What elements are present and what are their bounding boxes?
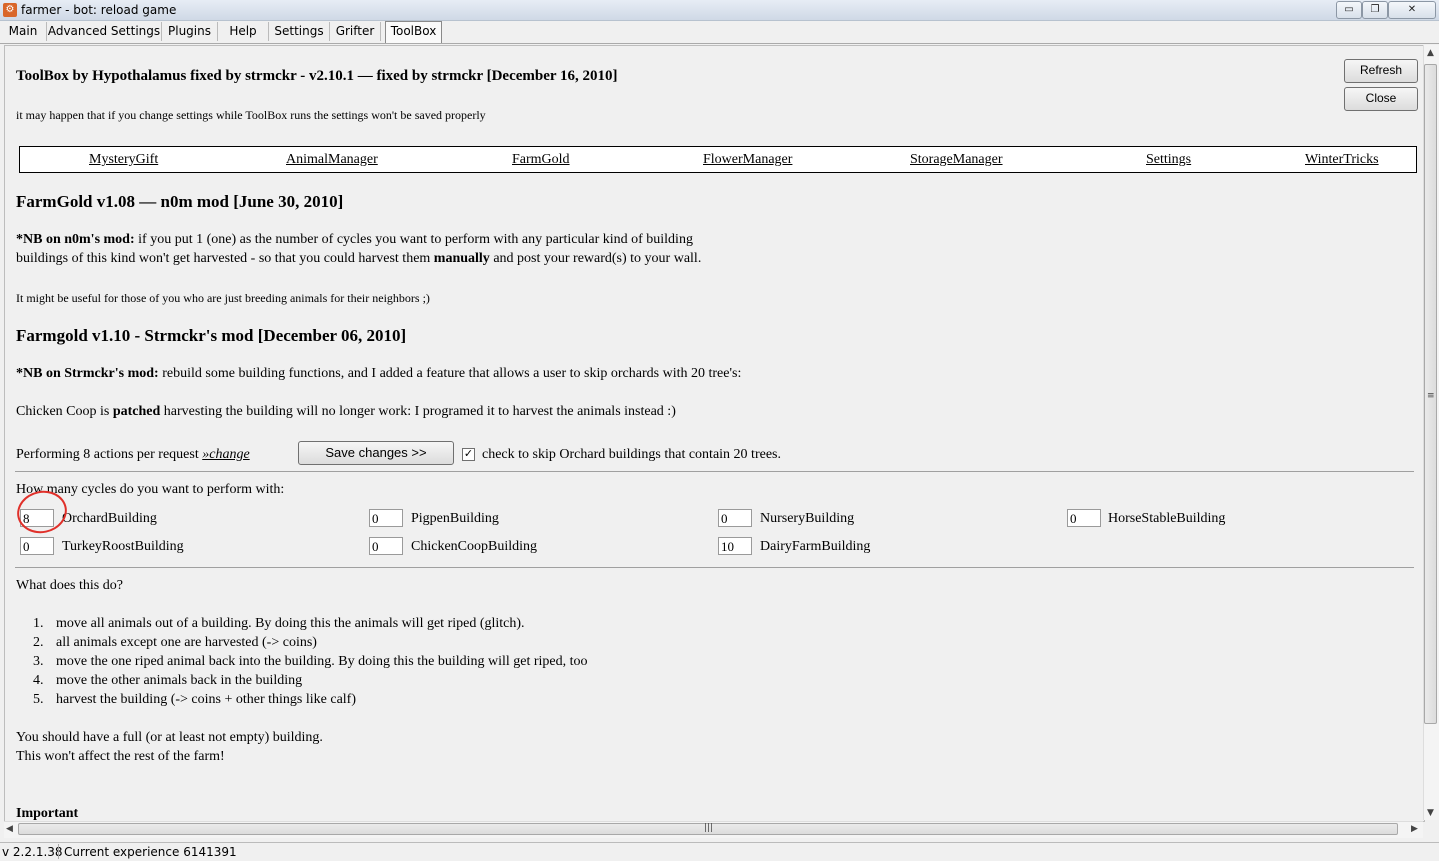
step-number: 2.: [33, 635, 44, 650]
toolbox-warning: it may happen that if you change setting…: [16, 108, 486, 122]
nb-nom-line1: *NB on n0m's mod: if you put 1 (one) as …: [16, 232, 693, 248]
refresh-button[interactable]: Refresh: [1344, 59, 1418, 83]
turkeyroost-cycles-input[interactable]: 0: [20, 537, 54, 555]
coop-text-c: harvesting the building will no longer w…: [160, 404, 676, 419]
nb-nom-text-a: buildings of this kind won't get harvest…: [16, 251, 434, 266]
close-button[interactable]: Close: [1344, 87, 1418, 111]
step-number: 3.: [33, 654, 44, 669]
status-divider: [58, 844, 59, 859]
tab-bar: Main Advanced Settings Plugins Help Sett…: [0, 21, 1439, 44]
pigpen-label: PigpenBuilding: [411, 511, 499, 526]
nav-animalmanager[interactable]: AnimalManager: [286, 152, 378, 168]
full-building-note: You should have a full (or at least not …: [16, 730, 323, 745]
what-question: What does this do?: [16, 578, 123, 593]
maximize-button[interactable]: ❐: [1362, 1, 1388, 19]
chickencoop-label: ChickenCoopBuilding: [411, 539, 537, 554]
change-link[interactable]: »change: [202, 447, 249, 462]
status-bar: v 2.2.1.38 Current experience 6141391: [0, 842, 1439, 861]
nb-nom-line2: buildings of this kind won't get harvest…: [16, 251, 701, 267]
save-changes-button[interactable]: Save changes >>: [298, 441, 454, 465]
scroll-grip-icon: |||: [704, 823, 714, 833]
nb-nom-text: if you put 1 (one) as the number of cycl…: [134, 232, 693, 247]
toolbox-title: ToolBox by Hypothalamus fixed by strmckr…: [16, 68, 618, 84]
nav-mysterygift[interactable]: MysteryGift: [89, 152, 158, 168]
experience-label: Current experience 6141391: [64, 845, 237, 859]
scroll-right-arrow[interactable]: ▶: [1411, 824, 1418, 834]
step-text: all animals except one are harvested (->…: [56, 635, 317, 650]
performing-actions: Performing 8 actions per request »change: [16, 447, 250, 463]
step-text: move the other animals back in the build…: [56, 673, 303, 688]
orchard-label: OrchardBuilding: [62, 511, 157, 526]
nav-wintertricks[interactable]: WinterTricks: [1305, 152, 1379, 168]
tab-plugins[interactable]: Plugins: [162, 22, 218, 41]
tab-help[interactable]: Help: [218, 22, 269, 41]
breeding-note: It might be useful for those of you who …: [16, 291, 430, 305]
skip-orchard-label: check to skip Orchard buildings that con…: [482, 447, 781, 462]
nb-strmckr-label: *NB on Strmckr's mod:: [16, 366, 159, 381]
farmgold-heading: FarmGold v1.08 — n0m mod [June 30, 2010]: [16, 192, 344, 211]
scroll-down-arrow[interactable]: ▼: [1427, 808, 1434, 818]
nav-flowermanager[interactable]: FlowerManager: [703, 152, 792, 168]
close-window-button[interactable]: ✕: [1388, 1, 1436, 19]
nav-storagemanager[interactable]: StorageManager: [910, 152, 1003, 168]
turkeyroost-label: TurkeyRoostBuilding: [62, 539, 184, 554]
tab-grifter[interactable]: Grifter: [330, 22, 381, 41]
plugin-nav-bar: MysteryGift AnimalManager FarmGold Flowe…: [19, 146, 1417, 173]
scroll-up-arrow[interactable]: ▲: [1427, 48, 1434, 58]
app-icon: ⚙: [3, 3, 17, 17]
nb-strmckr-text: rebuild some building functions, and I a…: [158, 366, 742, 381]
tab-toolbox[interactable]: ToolBox: [385, 21, 442, 43]
step-text: move the one riped animal back into the …: [56, 654, 588, 669]
skip-orchard-checkbox[interactable]: ✓: [462, 448, 475, 461]
version-label: v 2.2.1.38: [2, 845, 63, 859]
divider: [15, 567, 1414, 568]
chickencoop-cycles-input[interactable]: 0: [369, 537, 403, 555]
nb-nom-text-c: and post your reward(s) to your wall.: [489, 251, 702, 266]
nursery-cycles-input[interactable]: 0: [718, 509, 752, 527]
horsestable-cycles-input[interactable]: 0: [1067, 509, 1101, 527]
scroll-grip-icon: ≡: [1427, 391, 1435, 401]
step-number: 1.: [33, 616, 44, 631]
nursery-label: NurseryBuilding: [760, 511, 855, 526]
tab-settings[interactable]: Settings: [269, 22, 330, 41]
step-text: harvest the building (-> coins + other t…: [56, 692, 356, 707]
dairyfarm-label: DairyFarmBuilding: [760, 539, 871, 554]
toolbox-panel: ToolBox by Hypothalamus fixed by strmckr…: [4, 45, 1425, 822]
nb-nom-manually: manually: [433, 251, 490, 266]
horsestable-label: HorseStableBuilding: [1108, 511, 1226, 526]
nb-nom-label: *NB on n0m's mod:: [16, 232, 135, 247]
tab-main[interactable]: Main: [0, 22, 47, 41]
coop-text-a: Chicken Coop is: [16, 404, 113, 419]
farm-note: This won't affect the rest of the farm!: [16, 749, 225, 764]
nav-settings[interactable]: Settings: [1146, 152, 1191, 168]
scroll-left-arrow[interactable]: ◀: [6, 824, 13, 834]
title-bar: ⚙ farmer - bot: reload game ▭ ❐ ✕: [0, 0, 1439, 21]
important-heading: Important: [16, 806, 79, 821]
nb-strmckr-line: *NB on Strmckr's mod: rebuild some build…: [16, 366, 741, 382]
minimize-button[interactable]: ▭: [1336, 1, 1362, 19]
step-number: 5.: [33, 692, 44, 707]
step-text: move all animals out of a building. By d…: [56, 616, 525, 631]
step-number: 4.: [33, 673, 44, 688]
nav-farmgold[interactable]: FarmGold: [512, 152, 570, 168]
chicken-coop-note: Chicken Coop is patched harvesting the b…: [16, 404, 676, 420]
pigpen-cycles-input[interactable]: 0: [369, 509, 403, 527]
tab-advanced-settings[interactable]: Advanced Settings: [47, 22, 162, 41]
coop-patched: patched: [112, 404, 161, 419]
dairyfarm-cycles-input[interactable]: 10: [718, 537, 752, 555]
strmckr-heading: Farmgold v1.10 - Strmckr's mod [December…: [16, 326, 407, 345]
performing-text: Performing 8 actions per request: [16, 447, 203, 462]
window-title: farmer - bot: reload game: [21, 3, 177, 17]
divider: [15, 471, 1414, 472]
